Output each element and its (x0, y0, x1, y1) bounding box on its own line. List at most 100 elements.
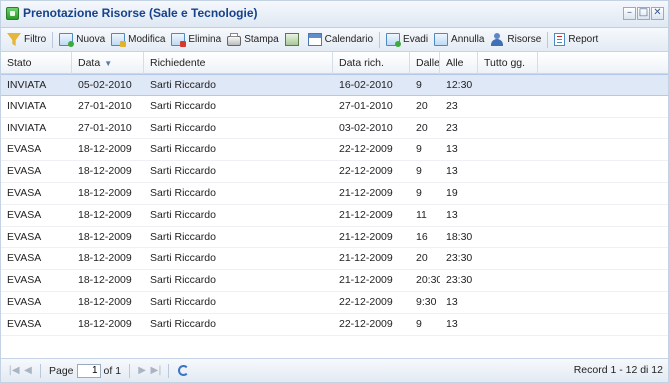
next-page-icon[interactable]: ▶ (135, 364, 149, 378)
paging-toolbar: |◀ ◀ Page of 1 ▶ ▶| Record 1 - 12 di 12 (1, 358, 668, 382)
column-header-filler (538, 52, 668, 74)
table-row[interactable]: EVASA 18-12-2009 Sarti Riccardo 21-12-2009 1… (1, 205, 668, 227)
column-header-status[interactable]: Stato (1, 52, 72, 74)
calculator-button[interactable] (282, 30, 305, 50)
table-row[interactable]: EVASA 18-12-2009 Sarti Riccardo 22-12-2009 9… (1, 139, 668, 162)
cell-status: INVIATA (7, 79, 47, 91)
column-header-request-date[interactable]: Data rich. (333, 52, 410, 74)
cancel-icon (434, 33, 449, 46)
calendar-icon (307, 33, 322, 46)
resources-button[interactable]: Risorse (487, 30, 544, 50)
print-button[interactable]: Stampa (224, 30, 281, 50)
cell-filler (538, 314, 668, 335)
new-button[interactable]: Nuova (56, 30, 108, 50)
cell-requester: Sarti Riccardo (150, 143, 216, 156)
cell-to: 12:30 (446, 79, 473, 91)
column-header-to[interactable]: Alle (440, 52, 478, 74)
prev-page-icon[interactable]: ◀ (21, 364, 35, 378)
table-row[interactable]: INVIATA 27-01-2010 Sarti Riccardo 03-02-201… (1, 118, 668, 140)
cell-status: EVASA (7, 252, 42, 265)
cell-date: 18-12-2009 (78, 252, 132, 265)
cell-status: EVASA (7, 208, 42, 221)
close-button[interactable]: ✕ (651, 7, 664, 20)
cell-status: EVASA (7, 186, 42, 199)
table-row[interactable]: EVASA 18-12-2009 Sarti Riccardo 21-12-2009 1… (1, 227, 668, 249)
grid-body: INVIATA 05-02-2010 Sarti Riccardo 16-02-201… (1, 74, 668, 336)
title-bar[interactable]: Prenotazione Risorse (Sale e Tecnologie)… (1, 1, 668, 28)
edit-document-icon (111, 33, 127, 47)
table-row[interactable]: EVASA 18-12-2009 Sarti Riccardo 22-12-2009 9… (1, 292, 668, 314)
grid-header: Stato Data ▼ Richiedente Data rich. Dalle… (1, 52, 668, 74)
cell-filler (538, 161, 668, 182)
last-page-icon[interactable]: ▶| (149, 364, 163, 378)
cell-request-date: 21-12-2009 (339, 230, 393, 243)
table-row[interactable]: EVASA 18-12-2009 Sarti Riccardo 21-12-2009 2… (1, 248, 668, 271)
table-row[interactable]: EVASA 18-12-2009 Sarti Riccardo 22-12-2009 9… (1, 314, 668, 336)
column-header-from[interactable]: Dalle (410, 52, 440, 74)
window-title: Prenotazione Risorse (Sale e Tecnologie) (23, 6, 258, 20)
cell-status: INVIATA (7, 121, 47, 134)
table-row[interactable]: EVASA 18-12-2009 Sarti Riccardo 21-12-2009 2… (1, 270, 668, 292)
first-page-icon[interactable]: |◀ (7, 364, 21, 378)
cell-requester: Sarti Riccardo (150, 317, 216, 330)
cell-all-day (478, 161, 538, 182)
cell-to: 23 (446, 121, 458, 134)
edit-button[interactable]: Modifica (108, 30, 168, 50)
calculator-icon (284, 33, 299, 46)
cell-requester: Sarti Riccardo (150, 295, 216, 308)
cell-request-date: 21-12-2009 (339, 186, 393, 199)
cell-from: 20:30 (416, 274, 440, 287)
page-number-input[interactable] (76, 363, 101, 378)
cell-filler (538, 96, 668, 117)
cell-request-date: 21-12-2009 (339, 208, 393, 221)
cell-date: 18-12-2009 (78, 186, 132, 199)
process-icon (386, 33, 402, 47)
cell-all-day (478, 139, 538, 160)
calendar-button[interactable]: Calendario (305, 30, 376, 50)
cell-from: 9 (416, 317, 422, 330)
cancel-request-button[interactable]: Annulla (431, 30, 487, 50)
cell-request-date: 22-12-2009 (339, 165, 393, 178)
cell-request-date: 22-12-2009 (339, 143, 393, 156)
cell-to: 23:30 (446, 252, 473, 265)
cell-to: 18:30 (446, 230, 473, 243)
cell-filler (538, 292, 668, 313)
toolbar-separator (52, 31, 54, 48)
column-header-date[interactable]: Data ▼ (72, 52, 144, 74)
table-row[interactable]: EVASA 18-12-2009 Sarti Riccardo 22-12-2009 9… (1, 161, 668, 183)
cell-all-day (478, 118, 538, 139)
toolbar: Filtro Nuova Modifica Elimina Stampa Cal… (1, 28, 668, 52)
cell-status: INVIATA (7, 99, 47, 112)
cell-requester: Sarti Riccardo (150, 230, 216, 243)
cell-filler (538, 118, 668, 139)
table-row[interactable]: INVIATA 05-02-2010 Sarti Riccardo 16-02-201… (1, 74, 668, 96)
delete-document-icon (171, 33, 187, 47)
cell-request-date: 22-12-2009 (339, 317, 393, 330)
cell-from: 9:30 (416, 295, 437, 308)
cell-date: 18-12-2009 (78, 317, 132, 330)
minimize-button[interactable]: – (623, 7, 636, 20)
cell-request-date: 21-12-2009 (339, 252, 393, 265)
users-icon (490, 33, 504, 46)
window-controls: – □ ✕ (623, 7, 664, 20)
cell-to: 13 (446, 143, 458, 156)
cell-date: 18-12-2009 (78, 208, 132, 221)
process-button[interactable]: Evadi (383, 30, 431, 50)
cell-date: 18-12-2009 (78, 230, 132, 243)
column-header-requester[interactable]: Richiedente (144, 52, 333, 74)
delete-button[interactable]: Elimina (168, 30, 224, 50)
cell-from: 9 (416, 186, 422, 199)
table-row[interactable]: EVASA 18-12-2009 Sarti Riccardo 21-12-2009 9… (1, 183, 668, 205)
cell-from: 16 (416, 230, 428, 243)
cell-requester: Sarti Riccardo (150, 208, 216, 221)
cell-request-date: 27-01-2010 (339, 99, 393, 112)
cell-status: EVASA (7, 274, 42, 287)
cell-from: 20 (416, 121, 428, 134)
filter-button[interactable]: Filtro (4, 30, 49, 50)
report-button[interactable]: Report (551, 30, 601, 50)
column-header-all-day[interactable]: Tutto gg. (478, 52, 538, 74)
maximize-button[interactable]: □ (637, 7, 650, 20)
table-row[interactable]: INVIATA 27-01-2010 Sarti Riccardo 27-01-201… (1, 96, 668, 118)
refresh-icon[interactable] (178, 365, 190, 376)
cell-to: 13 (446, 165, 458, 178)
